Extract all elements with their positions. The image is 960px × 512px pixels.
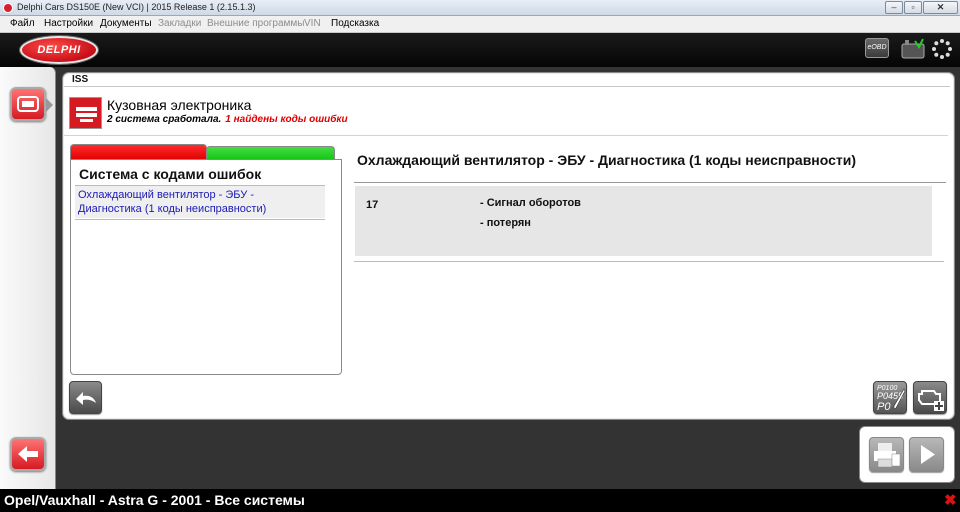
menu-vin[interactable]: VIN xyxy=(304,18,321,29)
fault-code-desc-line2: - потерян xyxy=(480,217,531,229)
return-arrow-icon xyxy=(76,392,96,405)
code-row-divider xyxy=(354,261,944,262)
vehicle-label: Opel/Vauxhall - Astra G - 2001 - Все сис… xyxy=(4,492,305,508)
detail-divider xyxy=(354,182,946,183)
fault-list-item[interactable]: Охлаждающий вентилятор - ЭБУ - Диагности… xyxy=(75,186,325,218)
menu-bar: Файл Настройки Документы Закладки Внешни… xyxy=(0,16,960,33)
tab-faults-red[interactable] xyxy=(70,144,207,160)
print-button[interactable] xyxy=(869,437,904,472)
delphi-logo: DELPHI xyxy=(20,36,98,64)
printer-icon xyxy=(874,443,901,468)
app-header: DELPHI xyxy=(0,33,960,67)
close-window-button[interactable]: ✕ xyxy=(923,1,958,14)
maximize-button[interactable]: ▫ xyxy=(904,1,922,14)
pcode-label-3: P0 xyxy=(877,401,891,413)
system-status: 2 система сработала. 1 найдены коды ошибк… xyxy=(107,114,348,125)
eobd-icon[interactable]: eOBD xyxy=(865,38,889,58)
arrow-left-icon xyxy=(18,446,38,462)
pcode-lookup-button[interactable]: P0100 P0455 P0 xyxy=(873,381,907,414)
header-divider xyxy=(64,135,948,136)
detail-title: Охлаждающий вентилятор - ЭБУ - Диагности… xyxy=(357,152,857,168)
left-nav-rail xyxy=(0,67,56,489)
return-button[interactable] xyxy=(69,381,102,414)
system-title: Кузовная электроника xyxy=(107,97,252,113)
pen-icon xyxy=(893,388,906,410)
window-title: Delphi Cars DS150E (New VCI) | 2015 Rele… xyxy=(17,2,256,12)
status-error-text: 1 найдены коды ошибки xyxy=(225,114,348,125)
logo-text: DELPHI xyxy=(37,44,81,56)
window-titlebar: Delphi Cars DS150E (New VCI) | 2015 Rele… xyxy=(0,0,960,16)
next-button[interactable] xyxy=(909,437,944,472)
menu-file[interactable]: Файл xyxy=(10,18,35,29)
exit-icon[interactable]: ✖ xyxy=(944,491,957,509)
menu-bookmarks[interactable]: Закладки xyxy=(158,18,201,29)
fault-code-desc-line1: - Сигнал оборотов xyxy=(480,197,581,209)
back-button[interactable] xyxy=(10,437,46,471)
tab-divider xyxy=(64,86,950,87)
fault-item-line1: Охлаждающий вентилятор - ЭБУ - xyxy=(78,189,254,201)
busy-spinner-icon xyxy=(932,39,952,59)
tab-ok-green[interactable] xyxy=(206,146,335,160)
status-ok-text: 2 система сработала. xyxy=(107,114,222,125)
menu-settings[interactable]: Настройки xyxy=(44,18,93,29)
menu-help[interactable]: Подсказка xyxy=(331,18,379,29)
app-icon xyxy=(3,3,13,13)
fault-item-separator xyxy=(75,219,325,220)
fault-list-title: Система с кодами ошибок xyxy=(79,166,262,182)
body-electronics-icon xyxy=(17,96,39,112)
fault-item-line2: Диагностика (1 коды неисправности) xyxy=(78,203,267,215)
fault-code-row[interactable] xyxy=(355,186,932,256)
body-electronics-system-icon xyxy=(69,97,102,129)
menu-external-programs[interactable]: Внешние программы xyxy=(207,18,304,29)
minimize-button[interactable]: – xyxy=(885,1,903,14)
engine-diagnostics-button[interactable] xyxy=(913,381,947,414)
vci-connection-icon[interactable] xyxy=(901,38,925,59)
play-arrow-icon xyxy=(921,445,935,464)
fault-code-number: 17 xyxy=(366,199,379,211)
tab-iss[interactable]: ISS xyxy=(66,72,126,86)
iss-nav-button[interactable] xyxy=(10,87,53,121)
menu-documents[interactable]: Документы xyxy=(100,18,152,29)
engine-plus-icon xyxy=(918,390,944,411)
